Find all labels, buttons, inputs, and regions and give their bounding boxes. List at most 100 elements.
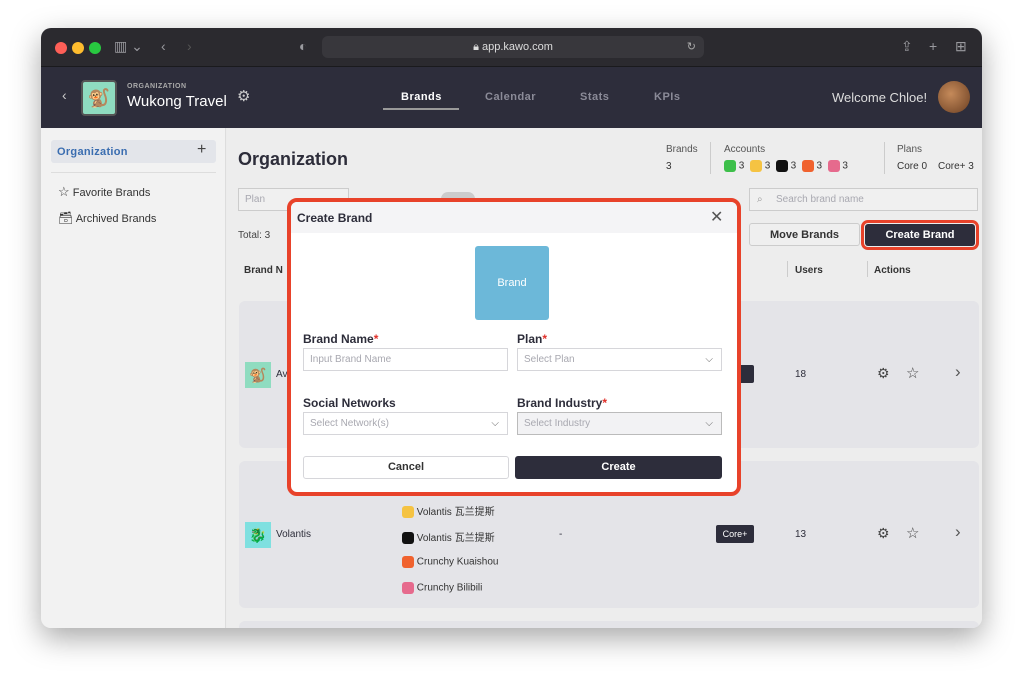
brand-name[interactable]: Av [276,369,288,380]
share-icon[interactable]: ⇪ [901,38,913,55]
divider [710,142,711,174]
brands-stat-label: Brands [666,144,698,155]
plan-core-count: Core 0 [897,161,928,172]
tab-calendar[interactable]: Calendar [485,91,536,103]
placeholder: Select Network(s) [310,418,389,429]
browser-toolbar: ▥ ⌄ ‹ › ◐ 🔒︎ app.kawo.com ↻ ⇪ + ⊞ [41,28,982,67]
favorite-star-icon[interactable]: ☆ [906,524,919,542]
shield-icon[interactable]: ◐ [299,38,307,54]
plan-select[interactable]: Select Plan ⌵ [517,348,722,371]
address-bar[interactable]: 🔒︎ app.kawo.com ↻ [322,36,704,58]
account-item: Volantis 瓦兰提斯 [402,529,495,545]
org-settings-gear-icon[interactable]: ⚙ [237,87,250,105]
tab-overview-icon[interactable]: ⊞ [955,38,967,55]
account-item: Crunchy Kuaishou [402,556,499,568]
reload-icon[interactable]: ↻ [687,36,696,58]
sidebar-toggle-icon[interactable]: ▥ ⌄ [114,38,143,55]
placeholder: Select Industry [524,418,591,429]
douyin-count: 3 [790,160,797,172]
sidebar-item-organization[interactable]: Organization + [51,140,216,163]
brand-name-label: Brand Name* [303,332,378,346]
bilibili-count: 3 [842,160,848,172]
sidebar-item-label: Archived Brands [75,213,157,225]
page-title: Organization [238,149,349,169]
divider [51,172,216,173]
star-icon: ☆ [58,184,70,199]
org-avatar: 🐒 [81,80,117,116]
create-brand-modal: Create Brand ✕ Brand Brand Name* Input B… [287,198,741,496]
weibo-icon [402,506,414,519]
douyin-icon [402,532,414,545]
bilibili-icon [827,160,840,172]
back-chevron-icon[interactable]: ‹ [62,87,67,103]
close-icon[interactable]: ✕ [710,207,723,227]
search-brand-input[interactable]: ⌕ Search brand name [749,188,978,211]
account-name: Crunchy Bilibili [416,582,483,594]
cancel-button[interactable]: Cancel [303,456,509,479]
modal-title: Create Brand [297,211,373,225]
sidebar-item-favorite-brands[interactable]: ☆ Favorite Brands [58,184,150,200]
plan-label: Plan* [517,332,547,346]
column-actions: Actions [874,265,911,276]
sidebar-item-archived-brands[interactable]: 🗃︎ Archived Brands [58,211,156,225]
kuaishou-count: 3 [816,160,823,172]
table-row[interactable] [239,621,979,628]
tab-kpis[interactable]: KPIs [654,91,680,103]
required-mark: * [373,332,379,346]
url-text: app.kawo.com [481,41,553,53]
favorite-star-icon[interactable]: ☆ [906,364,919,382]
row-chevron-right-icon[interactable]: › [955,522,961,542]
settings-gear-icon[interactable]: ⚙ [877,525,890,542]
search-placeholder: Search brand name [776,194,864,205]
create-button[interactable]: Create [515,456,722,479]
brand-name[interactable]: Volantis [276,529,311,540]
tab-brands[interactable]: Brands [401,91,442,103]
required-mark: * [542,332,548,346]
total-count: Total: 3 [238,230,271,241]
sidebar-item-label: Favorite Brands [72,187,151,199]
back-icon[interactable]: ‹ [161,38,166,54]
social-networks-select[interactable]: Select Network(s) ⌵ [303,412,508,435]
column-users: Users [795,265,823,276]
user-avatar[interactable] [938,81,970,113]
wechat-icon [724,160,736,172]
create-brand-highlight: Create Brand [861,220,979,250]
account-name: Crunchy Kuaishou [416,556,499,568]
brand-avatar: 🐉 [245,522,271,548]
chevron-down-icon: ⌵ [491,418,499,429]
welcome-text: Welcome Chloe! [832,90,928,105]
add-plus-icon[interactable]: + [197,141,206,159]
plans-stat-label: Plans [897,144,923,155]
row-chevron-right-icon[interactable]: › [955,362,961,382]
brand-name-input[interactable]: Input Brand Name [303,348,508,371]
settings-gear-icon[interactable]: ⚙ [877,365,890,382]
placeholder: Select Plan [524,354,575,365]
account-name: Volantis 瓦兰提斯 [416,533,495,544]
brand-industry: - [559,529,563,540]
kuaishou-icon [801,160,814,172]
new-tab-icon[interactable]: + [929,38,937,54]
plan-badge: Core+ [716,525,754,543]
label-text: Plan [517,332,543,346]
forward-icon[interactable]: › [187,38,192,54]
zoom-window-button[interactable] [89,42,101,54]
account-item: Volantis 瓦兰提斯 [402,503,495,519]
brand-industry-select[interactable]: Select Industry ⌵ [517,412,722,435]
brand-avatar: 🐒 [245,362,271,388]
weibo-icon [749,160,762,172]
brand-logo-upload[interactable]: Brand [475,246,549,320]
modal-header: Create Brand ✕ [291,202,737,233]
create-brand-button[interactable]: Create Brand [865,224,975,246]
users-count: 18 [795,369,807,380]
column-brand-name: Brand N [244,265,283,276]
minimize-window-button[interactable] [72,42,84,54]
sidebar-section-label: Organization [57,146,128,158]
required-mark: * [602,396,608,410]
org-label: ORGANIZATION [127,83,187,90]
account-item: Crunchy Bilibili [402,582,482,594]
divider [787,261,788,277]
move-brands-button[interactable]: Move Brands [749,223,860,246]
tab-stats[interactable]: Stats [580,91,609,103]
social-networks-label: Social Networks [303,396,396,410]
close-window-button[interactable] [55,42,67,54]
